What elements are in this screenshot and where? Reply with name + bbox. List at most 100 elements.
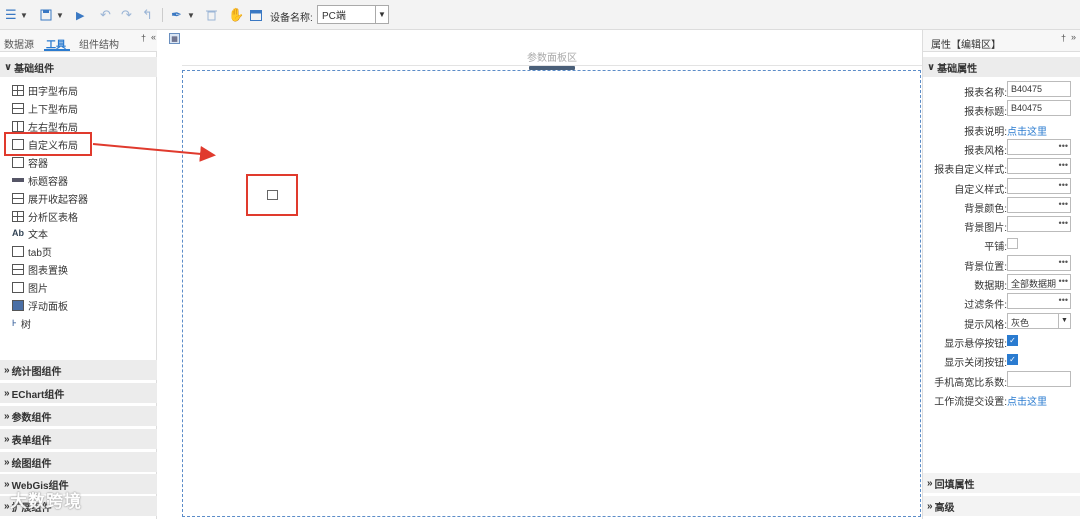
property-row: 报表风格: ••• [923,138,1080,157]
chevron-down-icon[interactable]: ▼ [375,6,388,23]
section-label: EChart组件 [11,389,65,401]
tab-component-structure[interactable]: 组件结构 [79,36,119,51]
section-label: 回填属性 [934,479,975,491]
component-container[interactable]: 容器 [12,154,48,170]
more-icon[interactable]: ••• [1059,180,1068,190]
property-row: 过滤条件: ••• [923,292,1080,311]
more-icon[interactable]: ••• [1059,276,1068,286]
menu-icon[interactable]: ☰ [5,7,17,23]
more-icon[interactable]: ••• [1059,141,1068,151]
tree-icon: ⊦ [12,317,17,328]
property-input[interactable]: 全部数据期 ••• [1007,274,1071,290]
section-form[interactable]: » 表单组件 [0,429,157,449]
property-select[interactable]: 灰色 ▼ [1007,312,1071,329]
property-input[interactable]: ••• [1007,196,1071,213]
play-icon[interactable]: ▶ [76,7,84,23]
chevron-down-icon[interactable]: ▼ [56,7,64,23]
property-link[interactable]: 点击这里 [1007,123,1047,138]
component-table[interactable]: 分析区表格 [12,208,78,224]
component-grid-layout[interactable]: 田字型布局 [12,82,78,98]
pin-icon[interactable]: † [141,33,146,43]
property-input[interactable]: ••• [1007,177,1071,194]
hand-icon[interactable]: ✋ [228,7,244,23]
chevron-right-icon: » [4,387,10,399]
component-label: tab页 [28,247,52,259]
redo-icon[interactable]: ↷ [121,7,132,23]
tab-datasource[interactable]: 数据源 [4,36,34,51]
expand-icon[interactable]: » [1071,32,1076,42]
property-row: 数据期: 全部数据期 ••• [923,273,1080,292]
design-canvas: ▦ 参数面板区 [157,30,922,519]
component-vertical-layout[interactable]: 上下型布局 [12,100,78,116]
property-input[interactable]: ••• [1007,216,1071,233]
design-area[interactable] [182,70,921,517]
property-input[interactable]: B40475 [1007,100,1071,117]
title-container-icon [12,178,24,182]
more-icon[interactable]: ••• [1059,257,1068,267]
undo-icon[interactable]: ↶ [100,7,111,23]
component-tree[interactable]: ⊦ 树 [12,315,31,331]
property-row: 工作流提交设置: 点击这里 [923,389,1080,408]
property-link[interactable]: 点击这里 [1007,393,1047,408]
section-basic-properties[interactable]: ∨ 基础属性 [923,57,1080,77]
device-select[interactable]: PC端 ▼ [317,5,389,24]
paint-icon[interactable]: ✒ [171,7,182,23]
section-param[interactable]: » 参数组件 [0,406,157,426]
chart-swap-icon [12,263,24,275]
component-tab[interactable]: tab页 [12,243,52,259]
pin-icon[interactable]: † [1061,33,1066,43]
delete-icon[interactable] [206,7,217,23]
property-label: 过滤条件: [964,300,1007,312]
collapse-icon[interactable]: « [151,32,156,42]
property-row: 报表名称: B40475 [923,80,1080,99]
property-input[interactable] [1007,370,1071,387]
property-input[interactable]: ••• [1007,158,1071,175]
property-label: 自定义样式: [954,184,1007,196]
more-icon[interactable]: ••• [1059,199,1068,209]
property-input[interactable]: B40475 [1007,81,1071,97]
placed-custom-layout[interactable] [246,174,298,216]
property-input[interactable]: ••• [1007,293,1071,310]
more-icon[interactable]: ••• [1059,160,1068,170]
more-icon[interactable]: ••• [1059,218,1068,228]
component-text[interactable]: Ab 文本 [12,225,48,241]
section-stat-chart[interactable]: » 统计图组件 [0,360,157,380]
property-label: 显示悬停按钮: [944,338,1007,350]
ruler-toggle-icon[interactable]: ▦ [169,33,180,44]
return-icon[interactable]: ↰ [142,7,153,23]
more-icon[interactable]: ••• [1059,295,1068,305]
property-label: 背景位置: [964,261,1007,273]
property-label: 背景颜色: [964,203,1007,215]
component-float-panel[interactable]: 浮动面板 [12,297,68,313]
section-advanced[interactable]: » 高级 [923,496,1080,516]
component-label: 图表置换 [28,265,68,277]
property-checkbox[interactable]: ✓ [1007,354,1018,366]
property-input[interactable]: ••• [1007,254,1071,271]
save-icon[interactable] [40,7,52,23]
section-drawing[interactable]: » 绘图组件 [0,452,157,472]
component-image[interactable]: 图片 [12,279,48,295]
chevron-right-icon: » [4,410,10,422]
component-label: 田字型布局 [28,86,78,98]
section-echart[interactable]: » EChart组件 [0,383,157,403]
window-icon[interactable] [250,7,262,23]
section-basic-components[interactable]: ∨ 基础组件 [0,57,157,77]
component-label: 文本 [28,229,48,241]
property-value: B40475 [1011,84,1043,94]
component-label: 浮动面板 [28,301,68,313]
device-select-value: PC端 [322,11,346,22]
section-label: 基础组件 [14,63,55,75]
chevron-down-icon[interactable]: ▼ [187,7,195,23]
property-input[interactable]: ••• [1007,138,1071,155]
component-chart-swap[interactable]: 图表置换 [12,261,68,277]
collapse-container-icon [12,192,24,204]
chevron-down-icon[interactable]: ▼ [1058,313,1070,328]
property-checkbox[interactable] [1007,238,1018,250]
chevron-down-icon[interactable]: ▼ [20,7,28,23]
component-title-container[interactable]: 标题容器 [12,172,68,188]
param-panel-area[interactable]: 参数面板区 [182,44,922,66]
component-collapse-container[interactable]: 展开收起容器 [12,190,88,206]
device-label: 设备名称: [270,13,313,24]
property-checkbox[interactable]: ✓ [1007,334,1018,346]
section-backfill[interactable]: » 回填属性 [923,473,1080,493]
